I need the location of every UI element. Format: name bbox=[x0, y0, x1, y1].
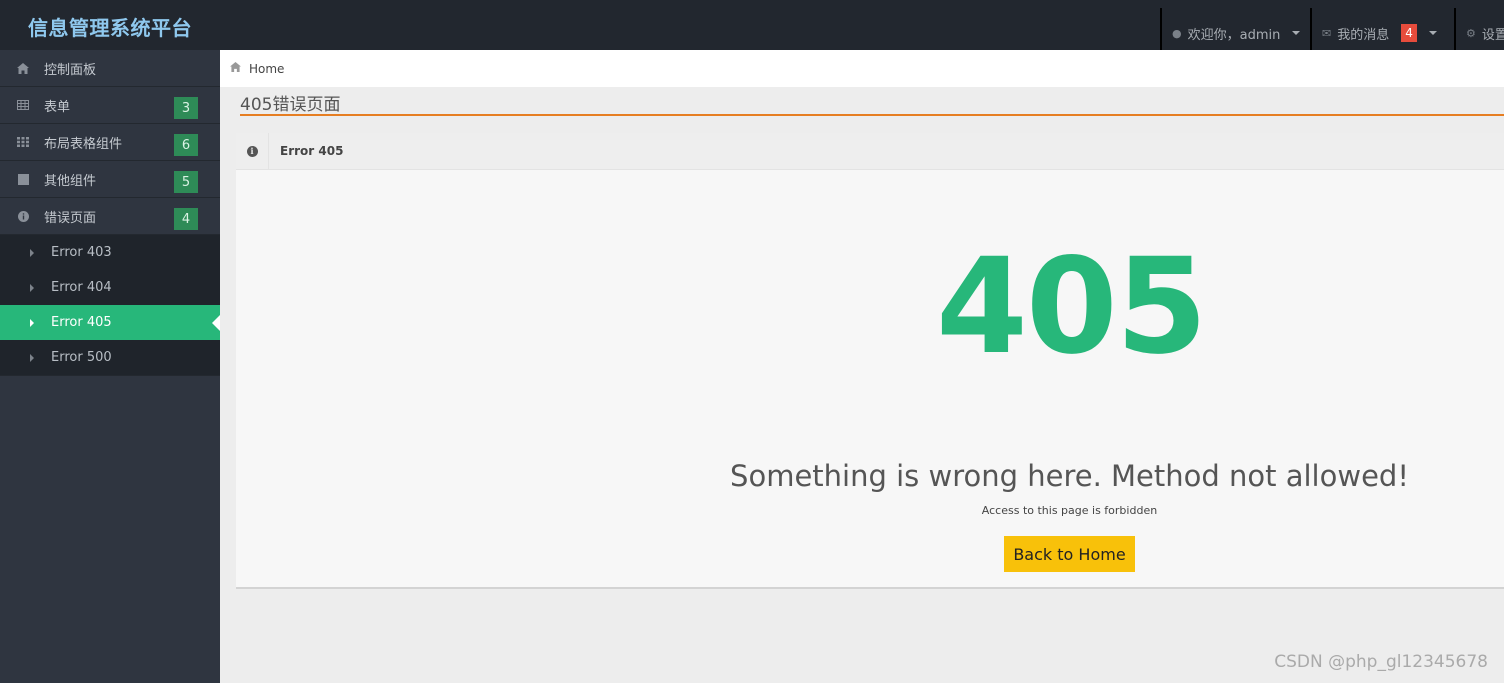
panel-title: Error 405 bbox=[280, 144, 344, 158]
breadcrumb-home-link[interactable]: Home bbox=[249, 62, 284, 76]
home-icon bbox=[17, 62, 29, 74]
submenu-item-error-500[interactable]: Error 500 bbox=[0, 340, 220, 375]
square-icon bbox=[17, 173, 29, 185]
panel-header: i Error 405 bbox=[236, 132, 1504, 170]
gear-icon: ⚙ bbox=[1466, 26, 1476, 40]
welcome-text: 欢迎你，admin bbox=[1187, 27, 1281, 43]
submenu-item-error-405[interactable]: Error 405 bbox=[0, 305, 220, 340]
envelope-icon: ✉ bbox=[1322, 26, 1332, 40]
sidebar-item-label: 布局表格组件 bbox=[44, 136, 123, 152]
caret-right-icon bbox=[30, 283, 34, 292]
count-badge: 6 bbox=[174, 134, 198, 156]
error-panel: i Error 405 405 Something is wrong here.… bbox=[236, 132, 1504, 589]
error-subtext: Access to this page is forbidden bbox=[981, 504, 1158, 517]
submenu-item-label: Error 405 bbox=[51, 315, 112, 330]
error-message: Something is wrong here. Method not allo… bbox=[730, 459, 1409, 493]
info-icon: i bbox=[246, 145, 258, 157]
sidebar-item-dashboard[interactable]: 控制面板 bbox=[0, 50, 220, 87]
sidebar-item-label: 错误页面 bbox=[44, 210, 97, 226]
top-navbar: 信息管理系统平台 ● 欢迎你，admin ✉ 我的消息 4 ⚙ 设置 bbox=[0, 0, 1504, 58]
sidebar-item-forms[interactable]: 表单 3 bbox=[0, 87, 220, 124]
count-badge: 5 bbox=[174, 171, 198, 193]
submenu-item-label: Error 404 bbox=[51, 280, 112, 295]
settings-label: 设置 bbox=[1481, 27, 1504, 43]
panel-info-icon-cell: i bbox=[236, 132, 269, 170]
submenu-item-error-403[interactable]: Error 403 bbox=[0, 235, 220, 270]
brand-title[interactable]: 信息管理系统平台 bbox=[28, 12, 192, 41]
caret-right-icon bbox=[30, 353, 34, 362]
info-icon bbox=[17, 210, 29, 222]
breadcrumb: Home bbox=[220, 50, 1504, 87]
submenu-item-label: Error 500 bbox=[51, 350, 112, 365]
chevron-down-icon bbox=[1428, 31, 1437, 35]
sidebar-item-label: 控制面板 bbox=[44, 62, 97, 78]
caret-right-icon bbox=[30, 248, 34, 257]
error-pages-submenu: Error 403 Error 404 Error 405 Error 500 bbox=[0, 235, 220, 375]
sidebar-item-label: 表单 bbox=[44, 99, 71, 115]
sidebar-item-other-components[interactable]: 其他组件 5 bbox=[0, 161, 220, 198]
count-badge: 4 bbox=[174, 208, 198, 230]
error-code: 405 bbox=[936, 230, 1208, 384]
user-icon: ● bbox=[1172, 26, 1182, 40]
submenu-item-label: Error 403 bbox=[51, 245, 112, 260]
title-divider bbox=[240, 114, 1504, 116]
messages-count-badge: 4 bbox=[1401, 23, 1417, 43]
grid-icon bbox=[17, 136, 29, 148]
home-icon bbox=[230, 62, 241, 75]
page-title: 405错误页面 bbox=[240, 95, 341, 115]
table-icon bbox=[17, 99, 29, 111]
sidebar-item-layout-tables[interactable]: 布局表格组件 6 bbox=[0, 124, 220, 161]
watermark: CSDN @php_gl12345678 bbox=[1274, 652, 1488, 672]
caret-right-icon bbox=[30, 318, 34, 327]
sidebar: 控制面板 表单 3 布局表格组件 6 其他组件 5 错误页面 4 Error 4… bbox=[0, 50, 220, 683]
chevron-down-icon bbox=[1292, 31, 1301, 35]
sidebar-item-error-pages[interactable]: 错误页面 4 bbox=[0, 198, 220, 235]
back-to-home-button[interactable]: Back to Home bbox=[1004, 536, 1135, 572]
sidebar-divider bbox=[0, 375, 220, 376]
submenu-item-error-404[interactable]: Error 404 bbox=[0, 270, 220, 305]
count-badge: 3 bbox=[174, 97, 198, 119]
sidebar-item-label: 其他组件 bbox=[44, 173, 97, 189]
messages-label: 我的消息 bbox=[1337, 27, 1390, 43]
